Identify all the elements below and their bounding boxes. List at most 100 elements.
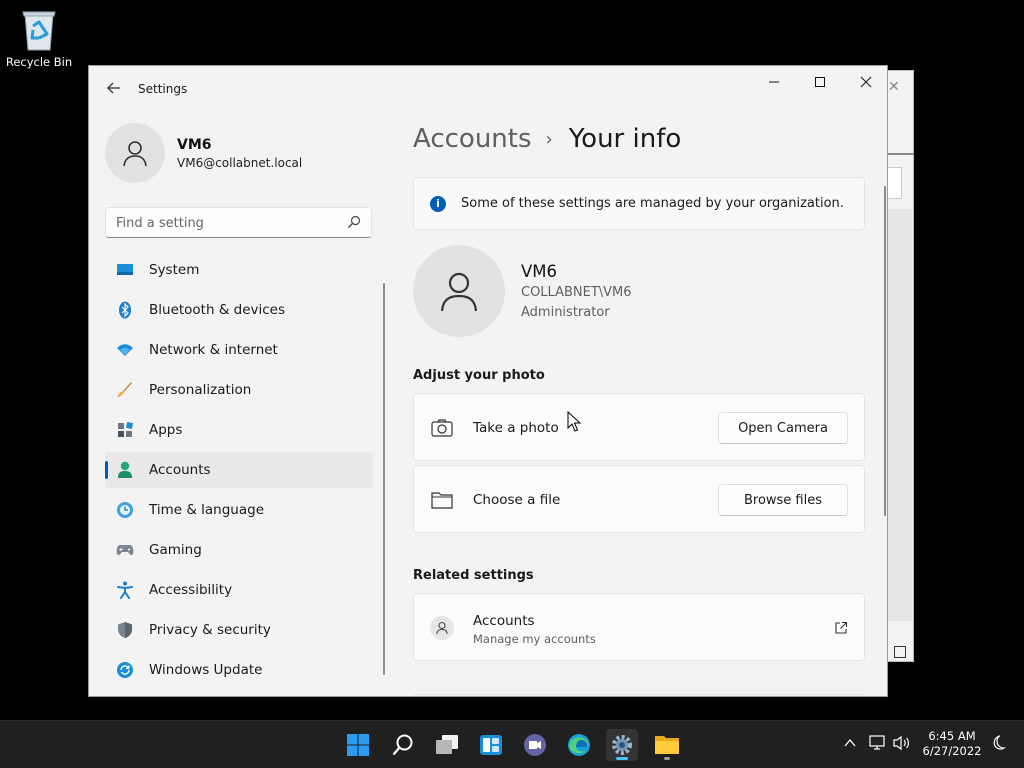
breadcrumb-parent[interactable]: Accounts xyxy=(413,124,532,154)
content-scrollbar[interactable] xyxy=(884,186,886,516)
maximize-button[interactable] xyxy=(797,66,843,98)
sidebar-item-label: Apps xyxy=(149,422,183,438)
clock-globe-icon xyxy=(115,500,135,520)
page-title: Your info xyxy=(568,124,682,154)
sidebar-item-label: Time & language xyxy=(149,502,265,518)
sidebar-nav: System Bluetooth & devices Network & int… xyxy=(105,252,373,692)
sidebar-item-bluetooth[interactable]: Bluetooth & devices xyxy=(105,292,373,328)
search-icon xyxy=(392,734,413,756)
clock-time: 6:45 AM xyxy=(928,729,976,743)
back-arrow-icon[interactable] xyxy=(104,78,124,98)
take-photo-card: Take a photo Open Camera xyxy=(413,393,865,461)
user-avatar xyxy=(413,245,505,337)
sidebar-item-label: Personalization xyxy=(149,382,252,398)
recycle-bin-icon xyxy=(21,8,57,52)
minimize-button[interactable] xyxy=(751,66,797,98)
open-camera-button[interactable]: Open Camera xyxy=(718,412,848,444)
task-view-icon xyxy=(436,735,458,754)
taskbar: 6:45 AM 6/27/2022 xyxy=(0,720,1024,768)
related-accounts-title: Accounts xyxy=(473,613,535,629)
sidebar-scrollbar[interactable] xyxy=(383,283,385,675)
mouse-cursor-icon xyxy=(567,411,581,432)
sidebar-item-network[interactable]: Network & internet xyxy=(105,332,373,368)
search-box[interactable] xyxy=(105,207,372,238)
related-settings-heading: Related settings xyxy=(413,568,534,583)
profile-name: VM6 xyxy=(177,137,212,153)
title-bar[interactable]: Settings xyxy=(89,66,887,114)
apps-icon xyxy=(115,420,135,440)
browse-files-button[interactable]: Browse files xyxy=(718,484,848,516)
sidebar-item-accessibility[interactable]: Accessibility xyxy=(105,572,373,608)
org-managed-notice: i Some of these settings are managed by … xyxy=(413,177,865,230)
sidebar-item-gaming[interactable]: Gaming xyxy=(105,532,373,568)
folder-icon xyxy=(655,736,679,754)
user-role: Administrator xyxy=(521,305,610,320)
camera-icon xyxy=(431,419,453,437)
sidebar-item-accounts[interactable]: Accounts xyxy=(105,452,373,488)
wifi-icon xyxy=(115,340,135,360)
volume-icon[interactable] xyxy=(893,735,911,755)
breadcrumb: Accounts › Your info xyxy=(413,124,681,154)
brush-icon xyxy=(115,380,135,400)
chat-button[interactable] xyxy=(519,729,551,761)
person-icon xyxy=(440,272,478,312)
background-window-square-icon[interactable] xyxy=(894,646,906,658)
background-window-panel xyxy=(888,209,912,621)
network-icon[interactable] xyxy=(869,735,887,755)
background-window-field[interactable] xyxy=(888,167,902,199)
sidebar-item-windows-update[interactable]: Windows Update xyxy=(105,652,373,688)
related-accounts-subtitle: Manage my accounts xyxy=(473,632,596,646)
sidebar-item-system[interactable]: System xyxy=(105,252,373,288)
choose-file-label: Choose a file xyxy=(473,492,561,508)
close-button[interactable] xyxy=(843,66,887,98)
person-icon xyxy=(430,616,454,640)
chevron-up-icon[interactable] xyxy=(843,736,857,754)
task-view-button[interactable] xyxy=(431,729,463,761)
notice-text: Some of these settings are managed by yo… xyxy=(461,196,844,211)
background-window[interactable]: ✕ xyxy=(887,70,914,662)
related-accounts-card[interactable]: Accounts Manage my accounts xyxy=(413,593,865,661)
search-input[interactable] xyxy=(116,214,336,232)
edge-button[interactable] xyxy=(563,729,595,761)
person-icon xyxy=(123,141,147,167)
profile-email: VM6@collabnet.local xyxy=(177,156,303,170)
system-icon xyxy=(115,260,135,280)
external-link-icon xyxy=(835,621,848,634)
chat-icon xyxy=(524,734,546,756)
chevron-right-icon: › xyxy=(545,128,553,150)
sidebar-item-privacy[interactable]: Privacy & security xyxy=(105,612,373,648)
sidebar-item-label: Accounts xyxy=(149,462,211,478)
running-indicator xyxy=(664,757,670,760)
recycle-bin[interactable]: Recycle Bin xyxy=(4,8,74,69)
background-window-close-icon[interactable]: ✕ xyxy=(888,79,900,95)
settings-window: Settings VM6 VM6@collabnet.local System xyxy=(88,65,888,697)
user-name: VM6 xyxy=(521,262,558,281)
start-button[interactable] xyxy=(342,729,374,761)
sidebar-item-label: Gaming xyxy=(149,542,202,558)
active-indicator xyxy=(616,757,628,760)
sidebar-item-time-language[interactable]: Time & language xyxy=(105,492,373,528)
desktop: Recycle Bin ✕ Settings VM6 VM6@collabnet… xyxy=(0,0,1024,720)
taskbar-search-button[interactable] xyxy=(387,729,419,761)
sidebar-item-apps[interactable]: Apps xyxy=(105,412,373,448)
update-icon xyxy=(115,660,135,680)
shield-icon xyxy=(115,620,135,640)
sidebar-item-personalization[interactable]: Personalization xyxy=(105,372,373,408)
file-explorer-button[interactable] xyxy=(651,729,683,761)
recycle-bin-label: Recycle Bin xyxy=(5,55,73,69)
sidebar-item-label: Bluetooth & devices xyxy=(149,302,286,318)
settings-taskbar-button[interactable] xyxy=(606,729,638,761)
accounts-icon xyxy=(115,460,135,480)
widgets-button[interactable] xyxy=(475,729,507,761)
sidebar-item-label: Network & internet xyxy=(149,342,278,358)
profile-avatar[interactable] xyxy=(105,123,165,183)
sidebar-item-label: Accessibility xyxy=(149,582,233,598)
notification-moon-icon[interactable] xyxy=(990,735,1006,755)
folder-icon xyxy=(431,492,453,509)
windows-logo-icon xyxy=(347,734,369,756)
background-window-divider xyxy=(888,153,914,155)
adjust-photo-heading: Adjust your photo xyxy=(413,368,545,383)
search-icon[interactable] xyxy=(347,215,361,229)
system-clock[interactable]: 6:45 AM 6/27/2022 xyxy=(912,729,992,759)
sidebar-item-label: System xyxy=(149,262,200,278)
